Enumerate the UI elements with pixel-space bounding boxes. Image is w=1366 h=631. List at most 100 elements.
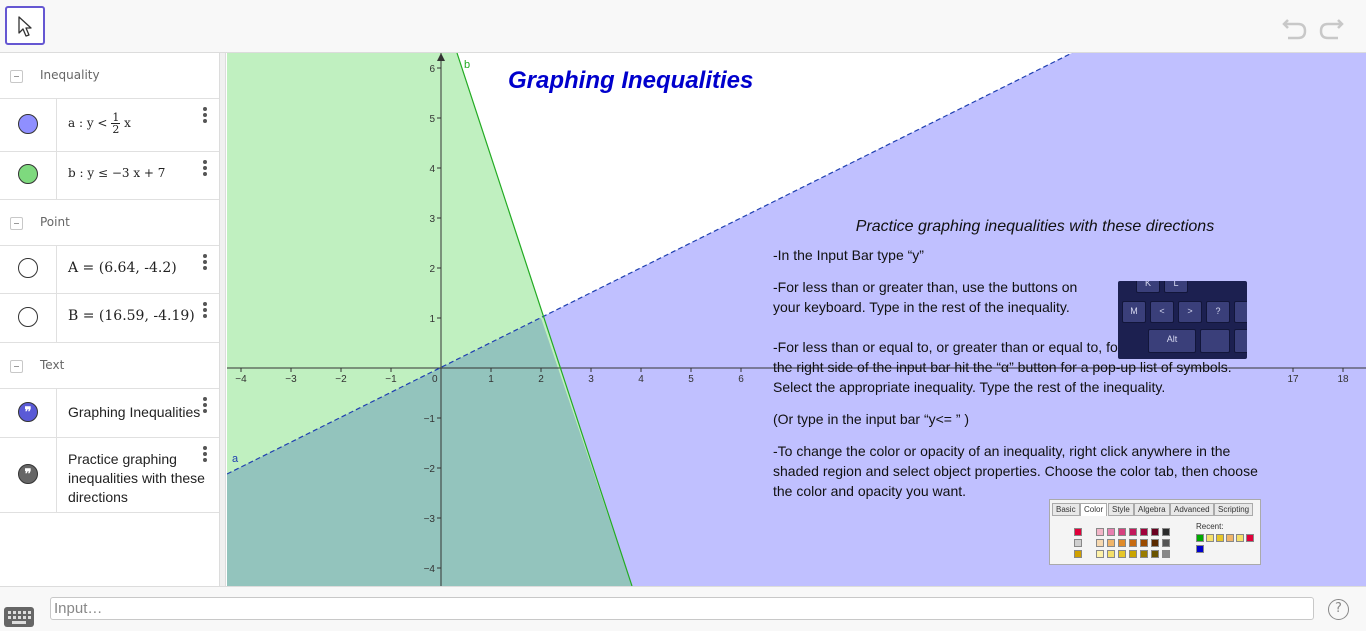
more-options-icon[interactable] xyxy=(201,446,209,464)
toolbar xyxy=(0,0,1366,53)
collapse-icon[interactable] xyxy=(10,70,23,83)
key-m: M xyxy=(1122,301,1146,323)
color-swatch xyxy=(1151,539,1159,547)
y-tick-label: −3 xyxy=(424,514,436,525)
algebra-item-point-a-label: A = (6.64, -4.2) xyxy=(68,260,177,276)
color-swatch xyxy=(1140,550,1148,558)
more-options-icon[interactable] xyxy=(201,302,209,320)
x-tick-label: −3 xyxy=(285,374,297,385)
algebra-item-text1[interactable]: ❞ Graphing Inequalities xyxy=(0,389,219,438)
recent-color-swatch xyxy=(1236,534,1244,542)
x-tick-label: 0 xyxy=(432,374,438,385)
algebra-item-point-a[interactable]: A = (6.64, -4.2) xyxy=(0,246,219,294)
visibility-marble-icon[interactable] xyxy=(18,114,38,134)
more-options-icon[interactable] xyxy=(201,160,209,178)
dialog-tab: Advanced xyxy=(1170,503,1214,516)
key-k: K xyxy=(1136,281,1160,293)
more-options-icon[interactable] xyxy=(201,107,209,125)
text-quote-icon[interactable]: ❞ xyxy=(18,464,38,484)
help-icon[interactable]: ? xyxy=(1328,599,1349,620)
y-tick-label: −4 xyxy=(424,564,436,575)
key-menu xyxy=(1234,329,1247,353)
move-tool-button[interactable] xyxy=(5,6,45,45)
algebra-item-b[interactable]: b : y ≤ −3 x + 7 xyxy=(0,152,219,200)
x-tick-label: 6 xyxy=(738,374,744,385)
marble-cell xyxy=(0,246,57,293)
direction-4: (Or type in the input bar “y<= ” ) xyxy=(773,411,970,427)
undo-icon[interactable] xyxy=(1280,12,1310,42)
algebra-item-point-b[interactable]: B = (16.59, -4.19) xyxy=(0,294,219,343)
text-quote-icon[interactable]: ❞ xyxy=(18,402,38,422)
color-swatch xyxy=(1140,528,1148,536)
y-tick-label: 4 xyxy=(429,164,435,175)
group-label: Text xyxy=(40,358,65,372)
redo-icon[interactable] xyxy=(1316,12,1346,42)
x-tick-label: 18 xyxy=(1337,374,1349,385)
color-swatch xyxy=(1096,528,1104,536)
fraction: 12 xyxy=(111,112,121,136)
color-swatch xyxy=(1118,550,1126,558)
visibility-marble-icon[interactable] xyxy=(18,307,38,327)
group-header-inequality[interactable]: Inequality xyxy=(0,53,219,99)
marble-cell xyxy=(0,99,57,151)
y-tick-label: −2 xyxy=(424,464,436,475)
color-swatch xyxy=(1107,539,1115,547)
color-swatch xyxy=(1118,539,1126,547)
color-swatch xyxy=(1162,528,1170,536)
color-swatch xyxy=(1074,539,1082,547)
visibility-marble-icon[interactable] xyxy=(18,258,38,278)
color-swatch xyxy=(1074,528,1082,536)
color-swatch xyxy=(1129,539,1137,547)
algebra-item-point-b-label: B = (16.59, -4.19) xyxy=(68,308,195,324)
inequality-a-suffix: x xyxy=(124,116,131,130)
key-windows xyxy=(1200,329,1230,353)
algebra-item-text1-label: Graphing Inequalities xyxy=(68,404,201,420)
collapse-icon[interactable] xyxy=(10,217,23,230)
x-tick-label: 1 xyxy=(488,374,494,385)
key-less-than: < xyxy=(1150,301,1174,323)
recent-color-swatch xyxy=(1216,534,1224,542)
visibility-marble-icon[interactable] xyxy=(18,164,38,184)
graph-title[interactable]: Graphing Inequalities xyxy=(508,67,753,95)
input-bar: ? xyxy=(0,586,1366,631)
color-swatch xyxy=(1129,528,1137,536)
x-tick-label: −4 xyxy=(235,374,247,385)
label-b: b xyxy=(464,59,470,71)
graphics-view[interactable]: −4 −3 −2 −1 0 1 2 3 4 5 6 17 18 6 5 4 3 2 1 −1 −2 −3 −4 a b Gr… xyxy=(227,53,1366,586)
y-tick-label: 6 xyxy=(429,64,435,75)
algebra-item-text2-label: Practice graphing inequalities with thes… xyxy=(68,451,205,505)
key-l: L xyxy=(1164,281,1188,293)
direction-2: -For less than or greater than, use the … xyxy=(773,279,1078,315)
more-options-icon[interactable] xyxy=(201,397,209,415)
color-swatch xyxy=(1096,539,1104,547)
group-label: Inequality xyxy=(40,68,100,82)
color-swatch xyxy=(1162,539,1170,547)
marble-cell: ❞ xyxy=(0,438,57,512)
more-options-icon[interactable] xyxy=(201,254,209,272)
group-header-point[interactable]: Point xyxy=(0,200,219,246)
fraction-denominator: 2 xyxy=(112,123,120,136)
recent-color-swatch xyxy=(1196,534,1204,542)
direction-1: -In the Input Bar type “y” xyxy=(773,247,924,263)
collapse-icon[interactable] xyxy=(10,360,23,373)
color-swatch xyxy=(1140,539,1148,547)
recent-color-swatch xyxy=(1206,534,1214,542)
color-swatch xyxy=(1107,528,1115,536)
x-tick-label: −1 xyxy=(385,374,397,385)
algebra-input-field[interactable] xyxy=(50,597,1314,620)
dialog-tab: Algebra xyxy=(1134,503,1170,516)
x-tick-label: 17 xyxy=(1287,374,1299,385)
group-header-text[interactable]: Text xyxy=(0,343,219,389)
x-tick-label: 4 xyxy=(638,374,644,385)
x-tick-label: −2 xyxy=(335,374,347,385)
algebra-item-a[interactable]: a : y < 12 x xyxy=(0,99,219,152)
keyboard-keys-image: K L M < > ? Alt xyxy=(1118,281,1247,359)
directions-text[interactable]: Practice graphing inequalities with thes… xyxy=(773,217,1273,513)
virtual-keyboard-icon[interactable] xyxy=(4,607,34,627)
marble-cell xyxy=(0,152,57,199)
x-tick-label: 5 xyxy=(688,374,694,385)
y-tick-label: −1 xyxy=(424,414,436,425)
view-divider[interactable] xyxy=(220,53,226,586)
color-swatch xyxy=(1129,550,1137,558)
algebra-item-text2[interactable]: ❞ Practice graphing inequalities with th… xyxy=(0,438,219,513)
